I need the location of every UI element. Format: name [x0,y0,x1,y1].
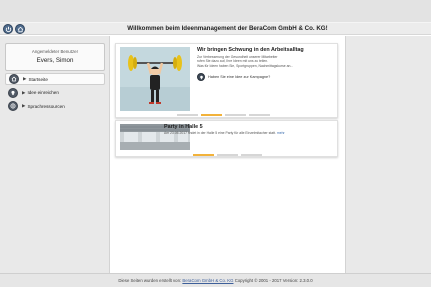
weightlifter-illustration [120,47,190,111]
page-title: Willkommen beim Ideenmanagement der Bera… [127,25,328,32]
globe-icon [8,101,18,111]
campaign-idea-link[interactable]: Haben Sie eine Idee zur Kampagne? [197,73,270,81]
carousel-dot[interactable] [241,154,262,156]
user-box: Angemeldeter Benutzer Evers, Simon [5,43,105,71]
carousel-dot-active[interactable] [201,114,222,116]
home-icon [17,26,23,32]
company-link[interactable]: BeraCom GmbH & Co. KG [182,278,233,283]
sidebar: Angemeldeter Benutzer Evers, Simon ▶ Sta… [0,36,110,273]
home-button[interactable] [15,24,25,34]
carousel-indicator [177,114,270,116]
sidebar-item-sprachressourcen[interactable]: ▶ Sprachressourcen [5,100,105,112]
carousel-dot[interactable] [177,114,198,116]
card-text: Am 23.05.2017 findet in der Halle 5 eine… [164,131,285,135]
sidebar-item-label: Sprachressourcen [27,103,65,109]
carousel-dot-active[interactable] [193,154,214,156]
chevron-right-icon: ▶ [22,89,26,95]
chevron-right-icon: ▶ [22,103,26,108]
power-icon [5,26,11,32]
footer-version: Version: 2.3.0.0 [282,278,313,283]
card-title: Wir bringen Schwung in den Arbeitsalltag [197,47,304,53]
campaign-card[interactable]: Wir bringen Schwung in den Arbeitsalltag… [115,43,338,118]
carousel-dot[interactable] [249,114,270,116]
card-text: Zur Verbesserung der Gesundheit unserer … [197,55,294,68]
lightbulb-icon [197,73,205,81]
footer: Diese Seiten wurden erstellt von: BeraCo… [0,273,431,287]
top-strip [0,0,431,22]
carousel-indicator [193,154,262,156]
right-panel [345,36,431,273]
user-name: Evers, Simon [36,57,74,64]
footer-prefix: Diese Seiten wurden erstellt von: [118,278,182,283]
footer-copyright: Copyright © 2001 - 2017 [234,278,282,283]
home-icon [9,74,19,84]
sidebar-item-label: Startseite [28,76,48,82]
more-link[interactable]: mehr [277,131,285,135]
sidebar-item-startseite[interactable]: ▶ Startseite [5,73,105,85]
campaign-question: Haben Sie eine Idee zur Kampagne? [208,75,271,79]
user-label: Angemeldeter Benutzer [31,49,79,54]
lightbulb-icon [8,87,18,98]
sidebar-nav: ▶ Startseite ▶ Idee einreichen ▶ Sprachr… [5,73,105,114]
card-title: Party in Halle 5 [164,124,203,130]
carousel-dot[interactable] [225,114,246,116]
power-button[interactable] [3,24,13,34]
chevron-right-icon: ▶ [23,76,27,81]
news-card[interactable]: Party in Halle 5 Am 23.05.2017 findet in… [115,120,338,157]
sidebar-item-label: Idee einreichen [27,90,59,95]
sidebar-item-idee-einreichen[interactable]: ▶ Idee einreichen [5,87,105,99]
carousel-dot[interactable] [217,154,238,156]
